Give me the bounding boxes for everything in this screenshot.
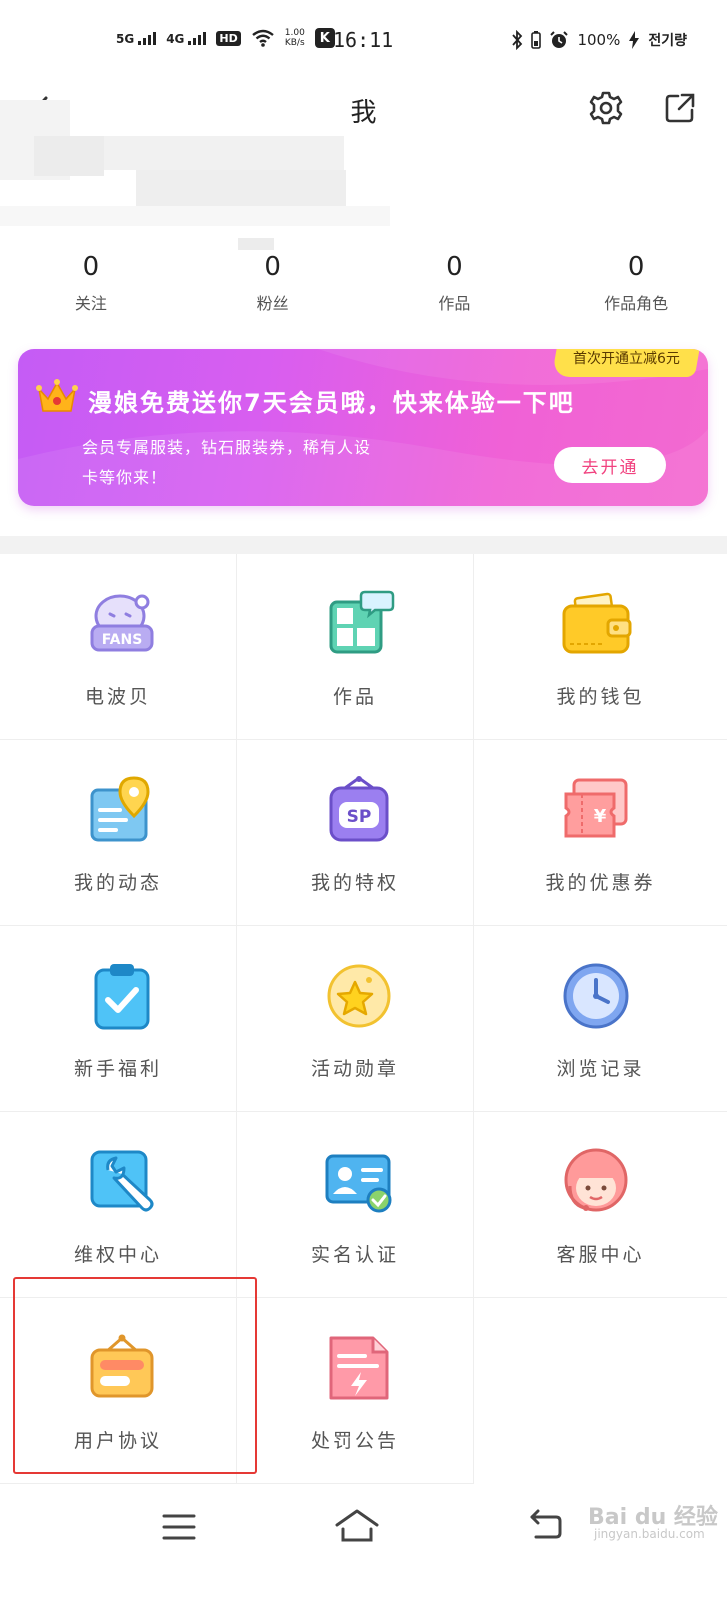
grid-item-real-name[interactable]: 实名认证 [237,1112,474,1298]
battery-percent: 100% [577,31,621,49]
clipboard-check-icon [94,964,150,1030]
activate-vip-button[interactable]: 去开通 [554,447,666,483]
grid-item-label: 浏览记录 [556,1058,645,1080]
grid-item-history[interactable]: 浏览记录 [474,926,727,1112]
signal-4g-label: 4G [166,31,185,46]
menu-icon[interactable] [162,1513,196,1541]
grid-item-label: 处罚公告 [310,1430,399,1452]
bluetooth-icon [512,30,523,50]
stat-label: 关注 [74,294,107,313]
stat-works[interactable]: 0 作品 [364,252,546,322]
stat-fans[interactable]: 0 粉丝 [182,252,364,322]
star-medal-icon [327,964,391,1028]
fans-icon: FANS [90,594,154,652]
share-icon[interactable] [664,92,696,124]
k-app-icon: K [314,28,335,48]
wrench-icon [90,1150,154,1212]
battery-saver-icon [531,31,542,49]
highlight-annotation-box [13,1277,257,1474]
grid-item-my-feed[interactable]: 我的动态 [0,740,237,926]
status-time: 16:11 [333,28,394,52]
hd-icon: HD [216,30,241,46]
grid-item-medals[interactable]: 活动勋章 [237,926,474,1112]
grid-item-empty [474,1298,727,1484]
charging-bolt-icon [629,31,640,49]
status-bar: 5G 4G HD 1.00 KB/s K 16:11 100% 전기량 [0,0,727,86]
banner-title: 漫娘免费送你7天会员哦，快来体验一下吧 [88,389,575,417]
grid-item-coupons[interactable]: ¥ 我的优惠券 [474,740,727,926]
stat-value: 0 [446,252,463,282]
crown-icon [36,379,78,412]
grid-item-customer-service[interactable]: 客服中心 [474,1112,727,1298]
speed-value: 1.00 [284,28,305,38]
stat-characters[interactable]: 0 作品角色 [545,252,727,322]
grid-item-privileges[interactable]: SP 我的特权 [237,740,474,926]
svg-text:FANS: FANS [102,632,143,648]
status-right: 100% 전기량 [511,30,687,50]
grid-item-newbie-benefits[interactable]: 新手福利 [0,926,237,1112]
clock-icon [563,963,629,1029]
grid-item-label: 电波贝 [84,686,151,708]
stat-value: 0 [82,252,100,282]
signal-5g-label: 5G [116,31,135,46]
stat-following[interactable]: 0 关注 [0,252,182,322]
network-speed: 1.00 KB/s [285,28,305,48]
signal-5g-icon: 5G [116,31,157,46]
baidu-watermark-url: jingyan.baidu.com [594,1527,705,1541]
sp-privilege-icon: SP [329,776,389,842]
grid-item-label: 维权中心 [73,1244,162,1266]
stat-label: 作品角色 [604,294,669,313]
stat-value: 0 [264,252,281,282]
gear-icon[interactable] [588,90,624,126]
discount-badge-text: 首次开通立减6元 [573,351,680,367]
works-icon [329,590,395,654]
grid-item-label: 实名认证 [310,1244,399,1266]
coupon-icon: ¥ [564,778,628,838]
grid-item-label: 我的动态 [73,872,162,894]
grid-item-rights-center[interactable]: 维权中心 [0,1112,237,1298]
grid-item-label: 我的特权 [310,872,399,894]
stat-value: 0 [627,252,645,282]
wallet-icon [562,592,632,654]
grid-item-label: 我的钱包 [556,686,645,708]
grid-item-label: 客服中心 [556,1244,645,1266]
grid-item-label: 新手福利 [73,1058,162,1080]
grid-item-works[interactable]: 作品 [237,554,474,740]
wifi-icon [252,29,274,47]
grid-item-label: 我的优惠券 [545,872,656,894]
signal-4g-icon: 4G [166,31,207,46]
speed-unit: KB/s [284,38,305,48]
home-icon[interactable] [334,1507,380,1543]
vip-promo-banner[interactable]: 首次开通立减6元 漫娘免费送你7天会员哦，快来体验一下吧 会员专属服装，钻石服装… [18,349,708,506]
svg-text:¥: ¥ [594,806,607,827]
grid-item-penalty-notice[interactable]: 处罚公告 [237,1298,474,1484]
status-left: 5G 4G HD 1.00 KB/s K [116,28,335,48]
back-nav-icon[interactable] [528,1509,562,1541]
banner-description: 会员专属服装，钻石服装券，稀有人设卡等你来！ [82,438,372,487]
svg-text:SP: SP [347,807,372,827]
location-card-icon [90,776,150,842]
stat-label: 作品 [438,294,471,313]
discount-badge: 首次开通立减6元 [551,349,702,377]
charging-label: 전기량 [648,33,687,49]
grid-item-label: 活动勋章 [310,1058,399,1080]
stat-label: 粉丝 [256,294,289,313]
grid-item-radio-shells[interactable]: FANS 电波贝 [0,554,237,740]
support-agent-icon [564,1148,628,1212]
grid-item-wallet[interactable]: 我的钱包 [474,554,727,740]
section-divider [0,536,727,554]
system-navigation-bar: Bai du 经验 jingyan.baidu.com [0,1485,727,1600]
id-card-icon [325,1154,392,1213]
profile-info-blurred[interactable] [0,100,400,250]
grid-item-label: 作品 [332,686,377,708]
notice-document-icon [329,1336,389,1400]
alarm-icon [550,31,569,48]
user-stats: 0 关注 0 粉丝 0 作品 0 作品角色 [0,252,727,322]
